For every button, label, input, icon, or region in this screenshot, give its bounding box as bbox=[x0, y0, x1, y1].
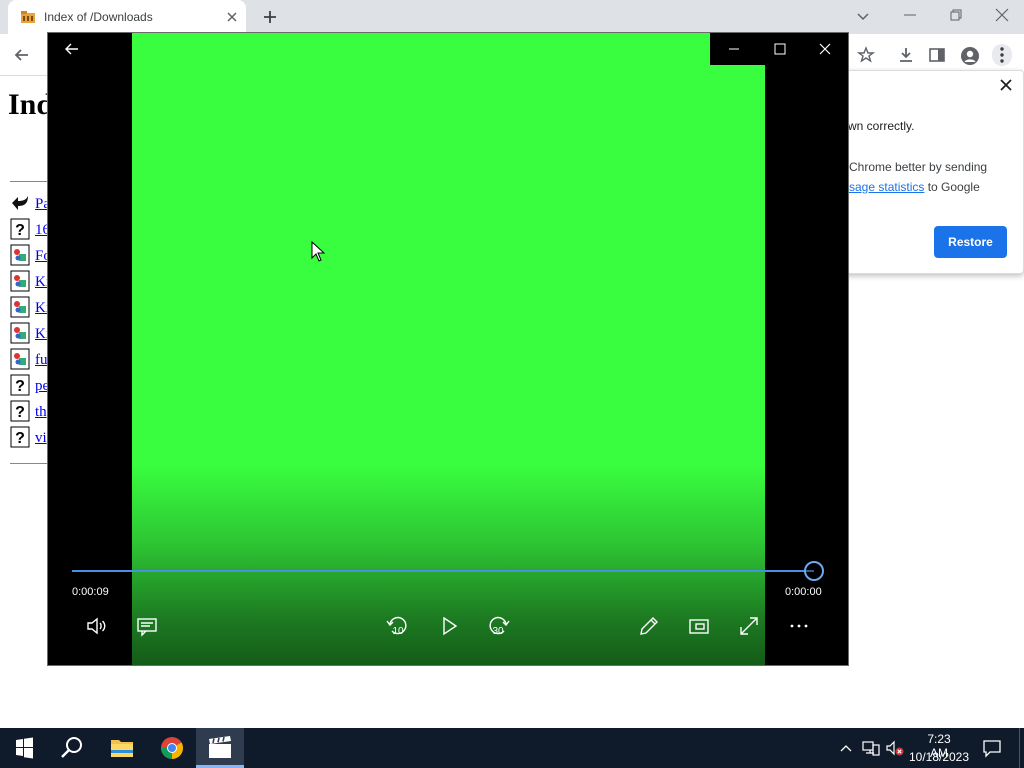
minimize-icon[interactable] bbox=[726, 41, 742, 57]
unknown-file-icon: ? bbox=[10, 218, 30, 240]
mouse-cursor-icon bbox=[311, 241, 325, 262]
elapsed-time: 0:00:09 bbox=[72, 586, 109, 598]
unknown-file-icon: ? bbox=[10, 400, 30, 422]
list-item[interactable]: Pa bbox=[10, 192, 50, 216]
volume-icon[interactable] bbox=[85, 614, 109, 638]
back-arrow-icon[interactable] bbox=[64, 41, 80, 57]
window-close-icon[interactable] bbox=[992, 5, 1012, 25]
seek-thumb[interactable] bbox=[804, 561, 824, 581]
maximize-icon[interactable] bbox=[772, 41, 788, 57]
fullscreen-icon[interactable] bbox=[737, 614, 761, 638]
mini-view-icon[interactable] bbox=[687, 614, 711, 638]
svg-text:?: ? bbox=[15, 222, 25, 239]
divider bbox=[10, 181, 50, 182]
restore-button[interactable]: Restore bbox=[934, 226, 1007, 258]
list-item[interactable]: ? th bbox=[10, 400, 50, 424]
download-icon[interactable] bbox=[896, 45, 916, 65]
play-icon[interactable] bbox=[437, 614, 461, 638]
new-tab-icon[interactable] bbox=[261, 8, 279, 26]
rewind-10-icon[interactable]: 10 bbox=[385, 614, 409, 638]
tray-chevron-up-icon[interactable] bbox=[838, 740, 854, 756]
image-file-icon bbox=[10, 244, 30, 266]
list-item[interactable]: Ki bbox=[10, 322, 50, 346]
bubble-description-line: sage statistics to Google bbox=[849, 180, 980, 194]
bubble-description: Chrome better by sending bbox=[849, 160, 988, 174]
bubble-close-icon[interactable] bbox=[998, 77, 1014, 93]
file-explorer-icon[interactable] bbox=[98, 728, 146, 768]
pencil-edit-icon[interactable] bbox=[637, 614, 661, 638]
captions-icon[interactable] bbox=[135, 614, 159, 638]
search-icon[interactable] bbox=[48, 728, 96, 768]
bubble-message: wn correctly. bbox=[848, 119, 915, 133]
forward-seconds-label: 30 bbox=[492, 626, 504, 637]
list-item[interactable]: Fo bbox=[10, 244, 50, 268]
unknown-file-icon: ? bbox=[10, 374, 30, 396]
back-arrow-icon bbox=[10, 192, 30, 214]
side-panel-icon[interactable] bbox=[928, 46, 946, 64]
tab-title: Index of /Downloads bbox=[44, 10, 153, 24]
films-tv-icon[interactable] bbox=[196, 728, 244, 768]
window-restore-icon[interactable] bbox=[946, 5, 966, 25]
close-icon[interactable] bbox=[817, 41, 833, 57]
image-file-icon bbox=[10, 296, 30, 318]
svg-text:?: ? bbox=[15, 378, 25, 395]
bookmark-star-icon[interactable] bbox=[857, 46, 875, 64]
folder-favicon-icon bbox=[20, 10, 36, 24]
chrome-icon[interactable] bbox=[148, 728, 196, 768]
bubble-description-suffix: to Google bbox=[924, 180, 980, 194]
unknown-file-icon: ? bbox=[10, 426, 30, 448]
image-file-icon bbox=[10, 322, 30, 344]
list-item[interactable]: ? 16 bbox=[10, 218, 50, 242]
forward-30-icon[interactable]: 30 bbox=[487, 614, 511, 638]
svg-text:?: ? bbox=[15, 404, 25, 421]
network-icon[interactable] bbox=[862, 740, 880, 756]
image-file-icon bbox=[10, 270, 30, 292]
list-item[interactable]: ? pe bbox=[10, 374, 50, 398]
list-item[interactable]: Ki bbox=[10, 296, 50, 320]
image-file-icon bbox=[10, 348, 30, 370]
total-time: 0:00:00 bbox=[785, 586, 822, 598]
more-options-icon[interactable] bbox=[787, 614, 811, 638]
volume-muted-icon[interactable] bbox=[886, 740, 904, 756]
divider bbox=[10, 463, 50, 464]
profile-avatar-icon[interactable] bbox=[960, 46, 980, 66]
rewind-seconds-label: 10 bbox=[392, 626, 404, 637]
window-minimize-icon[interactable] bbox=[900, 5, 920, 25]
clock-date[interactable]: 10/18/2023 bbox=[908, 750, 970, 764]
kebab-menu-icon[interactable] bbox=[992, 44, 1012, 66]
tab-close-icon[interactable] bbox=[224, 9, 240, 25]
media-player-window: 0:00:09 0:00:00 10 30 bbox=[47, 32, 849, 666]
svg-text:?: ? bbox=[15, 430, 25, 447]
windows-start-icon[interactable] bbox=[0, 728, 48, 768]
tab-search-chevron-icon[interactable] bbox=[854, 7, 872, 25]
action-center-icon[interactable] bbox=[982, 738, 1002, 758]
seek-bar[interactable] bbox=[72, 570, 814, 572]
list-item[interactable]: fu bbox=[10, 348, 50, 372]
browser-tab[interactable]: Index of /Downloads bbox=[8, 0, 246, 34]
list-item[interactable]: Ki bbox=[10, 270, 50, 294]
show-desktop-button[interactable] bbox=[1019, 728, 1024, 768]
list-item[interactable]: ? vi bbox=[10, 426, 50, 450]
usage-statistics-link[interactable]: sage statistics bbox=[849, 180, 924, 194]
back-arrow-icon[interactable] bbox=[12, 45, 32, 65]
